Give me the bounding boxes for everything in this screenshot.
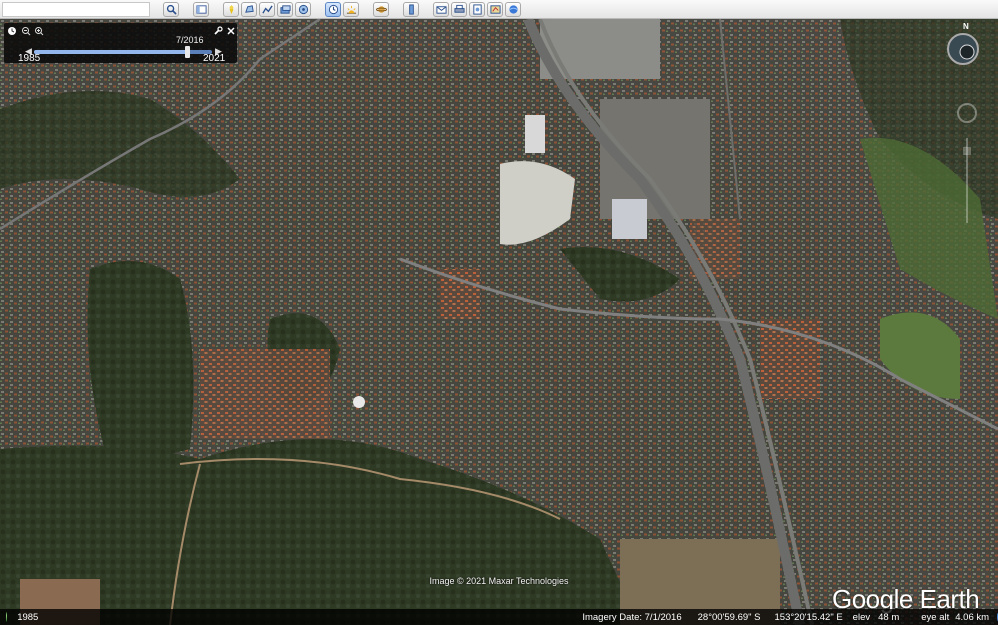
wrench-icon[interactable]: [213, 26, 223, 36]
ruler-icon[interactable]: [403, 1, 419, 17]
web-icon[interactable]: [505, 1, 521, 17]
tour-icon[interactable]: [295, 1, 311, 17]
placemark-icon[interactable]: [223, 1, 239, 17]
imagery-date: Imagery Date: 7/1/2016: [582, 611, 682, 623]
sidebar-icon[interactable]: [193, 1, 209, 17]
elevation-value: 48 m: [878, 611, 900, 623]
north-indicator[interactable]: N: [963, 22, 969, 31]
planets-icon[interactable]: [373, 1, 389, 17]
clock-icon[interactable]: [7, 26, 17, 36]
elevation-label: elev: [852, 611, 871, 623]
eye-altitude-label: eye alt: [921, 611, 950, 623]
eye-altitude-value: 4.06 km: [955, 611, 990, 623]
toolbar: [0, 0, 998, 19]
print-icon[interactable]: [451, 1, 467, 17]
zoom-in-icon[interactable]: [34, 26, 44, 36]
sun-icon[interactable]: [343, 1, 359, 17]
overlay-icon[interactable]: [277, 1, 293, 17]
satellite-imagery: [0, 19, 998, 625]
close-icon[interactable]: [226, 26, 236, 36]
save-image-icon[interactable]: [469, 1, 485, 17]
latitude: 28°00'59.69" S: [697, 611, 761, 623]
path-icon[interactable]: [259, 1, 275, 17]
navigation-control[interactable]: [957, 43, 977, 233]
end-year-label: 2021: [203, 53, 226, 64]
selected-date-label: 7/2016: [176, 35, 204, 45]
email-icon[interactable]: [433, 1, 449, 17]
globe-icon[interactable]: [6, 612, 8, 622]
status-year: 1985: [17, 611, 39, 623]
status-bar: 1985 Imagery Date: 7/1/2016 28°00'59.69"…: [0, 609, 998, 625]
search-input[interactable]: [2, 1, 150, 17]
longitude: 153°20'15.42" E: [774, 611, 843, 623]
timeline-thumb[interactable]: [185, 46, 191, 58]
search-icon[interactable]: [163, 1, 179, 17]
polygon-icon[interactable]: [241, 1, 257, 17]
historical-imagery-slider: 7/2016 ◀ ▶ 1985 2021: [4, 23, 237, 64]
zoom-out-icon[interactable]: [21, 26, 31, 36]
historical-imagery-icon[interactable]: [325, 1, 341, 17]
start-year-label: 1985: [18, 53, 41, 64]
satellite-map-view[interactable]: N Image © 2021 Maxar Technologies Google…: [0, 19, 998, 625]
map-icon[interactable]: [487, 1, 503, 17]
timeline-fill: [34, 50, 188, 54]
